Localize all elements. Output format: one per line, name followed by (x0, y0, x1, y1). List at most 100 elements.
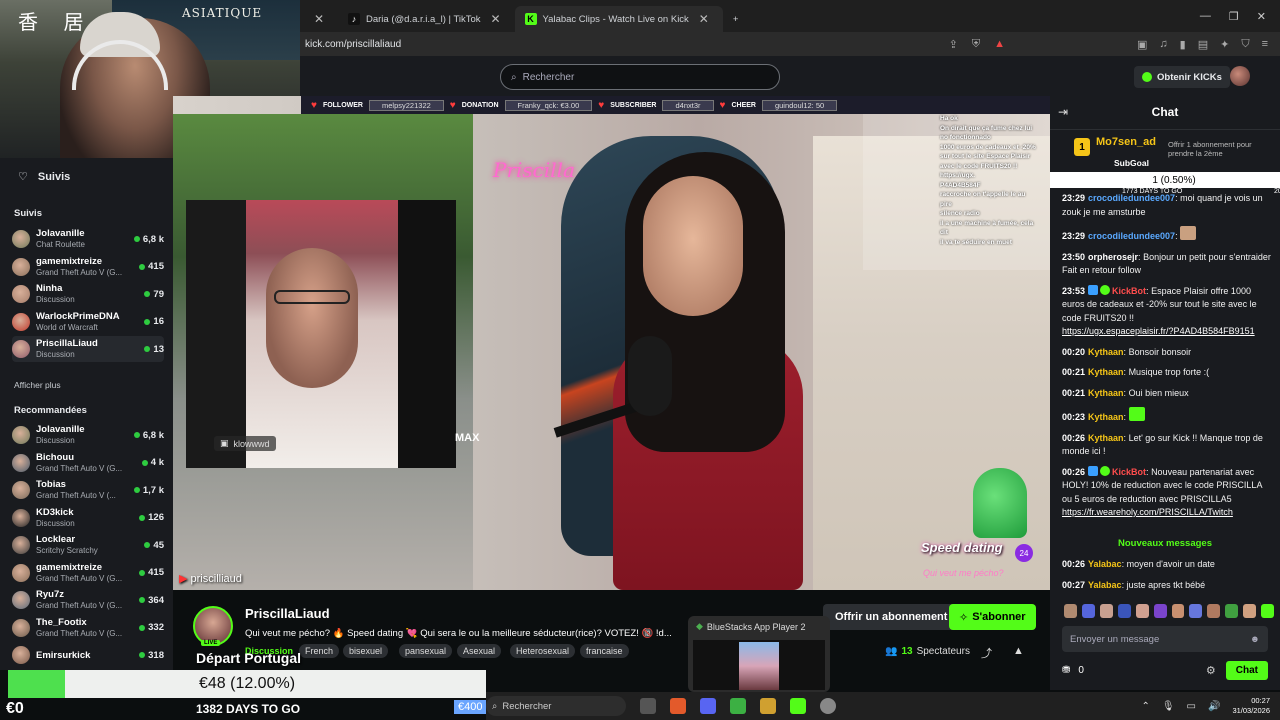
new-tab-button[interactable]: + (723, 6, 749, 32)
network-icon[interactable]: ▭ (1187, 701, 1196, 712)
message-link[interactable]: https://fr.weareholy.com/PRISCILLA/Twitc… (1062, 507, 1233, 517)
channel-points[interactable]: ⛃ 0 (1062, 665, 1084, 676)
message-username[interactable]: crocodiledundee007 (1088, 193, 1175, 203)
kick-taskbar-icon[interactable] (790, 698, 806, 714)
gift-offer-text[interactable]: Offrir 1 abonnement pour prendre la 2ème (1168, 140, 1278, 158)
search-input[interactable]: ⌕ Rechercher (500, 64, 780, 90)
sidebar-item-tobias[interactable]: Tobias Grand Theft Auto V (... 1,7 k (12, 477, 164, 503)
chevron-up-icon[interactable]: ⌃ (1141, 701, 1149, 712)
close-icon[interactable]: ✕ (487, 12, 505, 26)
tag-bisexuel[interactable]: bisexuel (343, 644, 389, 658)
close-icon[interactable]: ✕ (310, 12, 328, 26)
emote-icon[interactable] (1081, 604, 1095, 618)
sidebar-icon[interactable]: ▮ (1180, 38, 1186, 51)
message-username[interactable]: crocodiledundee007 (1088, 231, 1175, 241)
tag-heterosexual[interactable]: Heterosexual (510, 644, 576, 658)
tab-tiktok[interactable]: ♪ Daria (@d.a.r.i.a_l) | TikTok ✕ (338, 6, 515, 32)
new-messages-indicator[interactable]: Nouveaux messages (1050, 538, 1280, 549)
chat-input[interactable]: Envoyer un message ☻ (1062, 626, 1268, 652)
sidebar-item-ninha[interactable]: Ninha Discussion 79 (12, 281, 164, 307)
sidebar-item-jolavanille[interactable]: Jolavanille Chat Roulette 6,8 k (12, 226, 164, 252)
volume-icon[interactable]: 🔊 (1208, 701, 1220, 712)
message-username[interactable]: orpherosejr (1088, 252, 1138, 262)
top-gifter-name[interactable]: Mo7sen_ad (1096, 136, 1156, 148)
tag-french[interactable]: French (299, 644, 340, 658)
url-field[interactable]: kick.com/priscillaliaud (305, 39, 401, 50)
video-player[interactable]: Priscilla ♥ FOLLOWER melpsy221322 ♥ DONATION… (173, 96, 1050, 590)
clock[interactable]: 00:27 31/03/2026 (1232, 696, 1270, 716)
message-username[interactable]: KickBot (1112, 286, 1146, 296)
ai-icon[interactable]: ✦ (1220, 38, 1229, 51)
message-username[interactable]: Kythaan (1088, 347, 1124, 357)
menu-icon[interactable]: ≡ (1262, 38, 1268, 51)
sidebar-item-the_footix[interactable]: The_Footix Grand Theft Auto V (G... 332 (12, 615, 164, 641)
maximize-icon[interactable]: ❐ (1229, 10, 1239, 23)
rewards-icon[interactable]: ▲ (994, 38, 1005, 50)
sidebar-item-locklear[interactable]: Locklear Scritchy Scratchy 45 (12, 532, 164, 558)
minimize-icon[interactable]: — (1200, 10, 1211, 23)
message-username[interactable]: Kythaan (1088, 433, 1124, 443)
follow-button[interactable]: ✧ S'abonner (949, 604, 1036, 630)
report-icon[interactable]: ▲ (1013, 645, 1024, 657)
tag-pansexual[interactable]: pansexual (399, 644, 453, 658)
task-view-icon[interactable] (640, 698, 656, 714)
spreadsheet-icon[interactable] (730, 698, 746, 714)
gift-subscription-button[interactable]: Offrir un abonnement (823, 604, 960, 630)
mic-tray-icon[interactable]: 🎙 (1162, 701, 1175, 712)
sidebar-item-jolavanille[interactable]: Jolavanille Discussion 6,8 k (12, 422, 164, 448)
shield-icon[interactable]: ⛨ (972, 38, 980, 51)
sidebar-item-bichouu[interactable]: Bichouu Grand Theft Auto V (G... 4 k (12, 450, 164, 476)
sidebar-item-kd3kick[interactable]: KD3kick Discussion 126 (12, 505, 164, 531)
message-username[interactable]: Yalabac (1088, 580, 1122, 590)
emote-icon[interactable] (1064, 604, 1077, 618)
emote-icon[interactable] (1243, 604, 1257, 618)
show-more-link[interactable]: Afficher plus (14, 380, 61, 390)
streamer-name[interactable]: PriscillaLiaud (245, 606, 330, 621)
close-window-icon[interactable]: ✕ (1257, 10, 1266, 23)
message-username[interactable]: Kythaan (1088, 367, 1124, 377)
wallet-icon[interactable]: ▤ (1198, 38, 1208, 51)
tag-asexual[interactable]: Asexual (457, 644, 502, 658)
tab-closed-slot[interactable]: ✕ (300, 6, 338, 32)
emote-icon[interactable] (1135, 604, 1149, 618)
brave-icon[interactable] (670, 698, 686, 714)
emote-icon[interactable] (1117, 604, 1131, 618)
share-page-icon[interactable]: ⇪ (949, 38, 958, 51)
emoji-icon[interactable]: ☻ (1250, 634, 1260, 645)
message-link[interactable]: https://ugx.espaceplaisir.fr/?P4AD4B584F… (1062, 326, 1255, 336)
emote-icon[interactable] (1207, 604, 1221, 618)
message-username[interactable]: KickBot (1112, 467, 1146, 477)
tag-francaise[interactable]: francaise (580, 644, 629, 658)
message-username[interactable]: Kythaan (1088, 412, 1124, 422)
get-kicks-button[interactable]: Obtenir KICKs (1134, 66, 1230, 88)
emote-icon[interactable] (1225, 604, 1239, 618)
emote-icon[interactable] (1171, 604, 1185, 618)
sidebar-item-warlockprimedna[interactable]: WarlockPrimeDNA World of Warcraft 16 (12, 309, 164, 335)
gear-icon[interactable]: ⚙ (1206, 664, 1216, 677)
close-icon[interactable]: ✕ (695, 12, 713, 26)
music-icon[interactable]: ♫ (1159, 38, 1167, 51)
sidebar-item-gamemixtreize[interactable]: gamemixtreize Grand Theft Auto V (G... 415 (12, 560, 164, 586)
live-badge: LIVE (201, 640, 221, 646)
avatar[interactable] (1230, 66, 1250, 86)
vpn-icon[interactable]: ⛉ (1241, 38, 1249, 51)
obs-icon[interactable] (820, 698, 836, 714)
send-chat-button[interactable]: Chat (1225, 660, 1268, 680)
sidebar-item-priscillaliaud[interactable]: PriscillaLiaud Discussion 13 (12, 336, 164, 362)
message-username[interactable]: Kythaan (1088, 388, 1124, 398)
emote-icon[interactable] (1189, 604, 1203, 618)
taskbar-search[interactable]: ⌕ Rechercher (486, 696, 626, 716)
discord-icon[interactable] (700, 698, 716, 714)
sidebar-item-ryu7z[interactable]: Ryu7z Grand Theft Auto V (G... 364 (12, 587, 164, 613)
emote-icon[interactable] (1153, 604, 1167, 618)
bluestacks-taskbar-icon[interactable] (760, 698, 776, 714)
tab-kick[interactable]: K Yalabac Clips - Watch Live on Kick ✕ (514, 6, 723, 32)
emote-icon[interactable] (1261, 604, 1275, 618)
share-icon[interactable]: ⤴ (981, 645, 992, 661)
bluestacks-preview[interactable]: ◆ BlueStacks App Player 2 (688, 616, 830, 692)
sidebar-item-emirsurkick[interactable]: Emirsurkick 318 (12, 642, 164, 668)
message-username[interactable]: Yalabac (1088, 559, 1122, 569)
emote-icon[interactable] (1099, 604, 1113, 618)
screenshot-icon[interactable]: ▣ (1137, 38, 1147, 51)
sidebar-item-gamemixtreize[interactable]: gamemixtreize Grand Theft Auto V (G... 415 (12, 254, 164, 280)
